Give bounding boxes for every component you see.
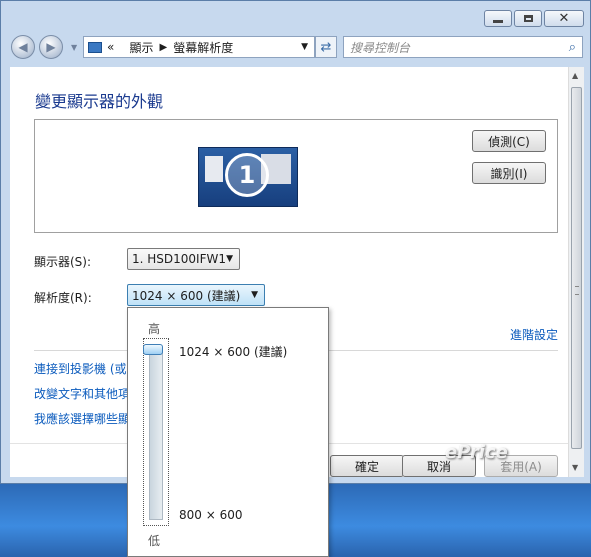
close-icon: ✕	[558, 11, 570, 26]
window-controls: ✕	[484, 10, 584, 27]
maximize-icon	[523, 15, 533, 22]
page-title: 變更顯示器的外觀	[35, 92, 164, 111]
refresh-button[interactable]: ⇄	[315, 36, 337, 58]
search-input[interactable]: 搜尋控制台 ⌕	[343, 36, 583, 58]
back-arrow-icon: ◀	[18, 40, 28, 54]
forward-button[interactable]: ▶	[39, 35, 63, 59]
close-button[interactable]: ✕	[544, 10, 584, 27]
display-preview-area: 1 偵測(C) 識別(I)	[34, 119, 558, 233]
resolution-option-high[interactable]: 1024 × 600 (建議)	[179, 343, 287, 360]
minimize-button[interactable]	[484, 10, 512, 27]
resolution-label: 解析度(R):	[34, 291, 92, 305]
advanced-settings-link[interactable]: 進階設定	[510, 326, 558, 343]
detect-button[interactable]: 偵測(C)	[472, 130, 546, 152]
low-label: 低	[148, 534, 161, 548]
breadcrumb-separator-icon: ▶	[159, 41, 168, 53]
resolution-option-low[interactable]: 800 × 600	[179, 508, 243, 522]
recent-pages-dropdown-icon[interactable]: ▼	[71, 43, 77, 52]
ok-button[interactable]: 確定	[330, 455, 404, 477]
back-button[interactable]: ◀	[11, 35, 35, 59]
identify-button[interactable]: 識別(I)	[472, 162, 546, 184]
window-thumbnail-icon	[205, 156, 223, 182]
display-select-value: 1. HSD100IFW1	[132, 252, 226, 266]
resolution-slider-handle[interactable]	[143, 344, 163, 355]
which-settings-link[interactable]: 我應該選擇哪些顯	[34, 410, 130, 427]
connect-projector-link[interactable]: 連接到投影機 (或	[34, 360, 127, 377]
resolution-slider-popup: 高 1024 × 600 (建議) 800 × 600 低	[127, 307, 329, 557]
scroll-down-icon[interactable]: ▼	[572, 463, 578, 472]
scroll-up-icon[interactable]: ▲	[572, 71, 578, 80]
vertical-scrollbar[interactable]: ▲ ▼	[568, 67, 584, 477]
breadcrumb-screen-resolution[interactable]: 螢幕解析度	[173, 39, 233, 56]
display-label: 顯示器(S):	[34, 255, 92, 269]
navigation-bar: ◀ ▶ ▼ « 顯示 ▶ 螢幕解析度 ▼ ⇄ 搜尋控制台 ⌕	[9, 33, 583, 61]
chevron-down-icon: ▼	[251, 290, 258, 300]
grip-icon	[575, 286, 579, 295]
breadcrumb-separator-icon	[120, 42, 123, 53]
address-dropdown-icon[interactable]: ▼	[301, 42, 308, 52]
chevron-down-icon: ▼	[226, 254, 233, 264]
eprice-watermark: ePrice	[445, 442, 508, 463]
text-size-link[interactable]: 改變文字和其他項	[34, 385, 130, 402]
scrollbar-thumb[interactable]	[571, 87, 582, 449]
monitor-1-thumbnail[interactable]: 1	[198, 147, 298, 207]
refresh-icon: ⇄	[320, 39, 332, 55]
resolution-select-value: 1024 × 600 (建議)	[132, 288, 241, 303]
address-bar[interactable]: « 顯示 ▶ 螢幕解析度 ▼	[83, 36, 315, 58]
breadcrumb-display[interactable]: 顯示	[130, 39, 154, 56]
minimize-icon	[493, 19, 503, 23]
resolution-select[interactable]: 1024 × 600 (建議) ▼	[127, 284, 265, 306]
resolution-slider-track[interactable]	[149, 348, 163, 520]
high-label: 高	[148, 322, 161, 336]
maximize-button[interactable]	[514, 10, 542, 27]
search-placeholder: 搜尋控制台	[350, 40, 411, 55]
monitor-number-badge: 1	[225, 153, 269, 197]
search-icon[interactable]: ⌕	[569, 40, 576, 55]
display-select[interactable]: 1. HSD100IFW1 ▼	[127, 248, 240, 270]
address-overflow[interactable]: «	[107, 40, 114, 54]
forward-arrow-icon: ▶	[46, 40, 56, 54]
control-panel-icon	[88, 41, 102, 53]
